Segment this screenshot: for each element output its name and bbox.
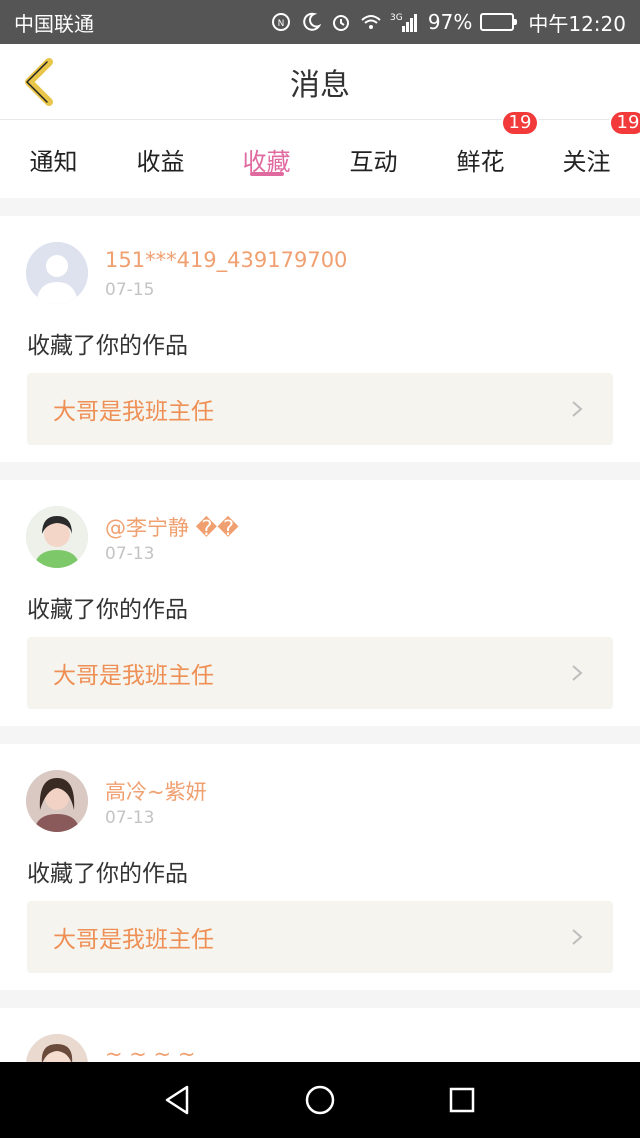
username[interactable]: @李宁静 �� xyxy=(105,512,239,542)
nav-recents-button[interactable] xyxy=(444,1082,480,1118)
tab-label: 互动 xyxy=(349,147,398,176)
action-text: 收藏了你的作品 xyxy=(27,861,188,887)
wifi-icon xyxy=(360,11,382,33)
nav-back-button[interactable] xyxy=(160,1082,196,1118)
triangle-back-icon xyxy=(165,1085,189,1115)
avatar[interactable] xyxy=(26,242,88,304)
action-text: 收藏了你的作品 xyxy=(27,333,188,359)
moon-icon xyxy=(300,11,322,33)
list-item[interactable]: ~ ~ ~ ~ xyxy=(0,1008,640,1068)
tab-following[interactable]: 关注 19 xyxy=(533,109,640,198)
page-title: 消息 xyxy=(290,67,350,103)
battery-percent: 97% xyxy=(427,10,473,34)
user-photo-icon xyxy=(26,770,88,832)
avatar[interactable] xyxy=(26,506,88,568)
work-title: 大哥是我班主任 xyxy=(53,399,214,425)
active-tab-indicator xyxy=(249,172,284,176)
chevron-right-icon xyxy=(572,401,583,417)
nav-home-button[interactable] xyxy=(302,1082,338,1118)
battery-icon xyxy=(480,13,518,31)
system-nav-bar xyxy=(0,1062,640,1138)
tab-label: 收益 xyxy=(136,147,185,176)
status-bar: 中国联通 N 3G 97% 中午12:20 xyxy=(0,0,640,44)
chevron-right-icon xyxy=(572,665,583,681)
tab-favorites[interactable]: 收藏 xyxy=(213,120,320,198)
alarm-icon xyxy=(330,11,352,33)
app-header: 消息 xyxy=(0,44,640,120)
tab-label: 通知 xyxy=(29,147,78,176)
work-link[interactable]: 大哥是我班主任 xyxy=(27,901,613,973)
list-item[interactable]: @李宁静 �� 07-13 收藏了你的作品 大哥是我班主任 xyxy=(0,480,640,726)
back-button[interactable] xyxy=(12,56,64,108)
action-text: 收藏了你的作品 xyxy=(27,597,188,623)
svg-text:N: N xyxy=(278,19,285,29)
work-title: 大哥是我班主任 xyxy=(53,663,214,689)
tab-badge: 19 xyxy=(608,109,640,136)
signal-icon: 3G xyxy=(390,11,420,33)
tab-bar: 通知 收益 收藏 互动 鲜花 19 关注 19 xyxy=(0,109,640,198)
username[interactable]: 151***419_439179700 xyxy=(105,248,347,272)
user-photo-icon xyxy=(26,506,88,568)
square-recents-icon xyxy=(449,1087,475,1113)
default-avatar-icon xyxy=(26,242,88,304)
avatar[interactable] xyxy=(26,770,88,832)
tab-flowers[interactable]: 鲜花 19 xyxy=(427,109,540,198)
circle-home-icon xyxy=(305,1085,335,1115)
carrier-label: 中国联通 xyxy=(14,11,94,36)
date: 07-13 xyxy=(105,808,155,828)
work-link[interactable]: 大哥是我班主任 xyxy=(27,637,613,709)
username[interactable]: 高冷~紫妍 xyxy=(105,776,207,806)
tab-label: 关注 xyxy=(562,147,611,176)
network-type-label: 3G xyxy=(390,13,403,23)
chevron-left-icon xyxy=(25,58,53,106)
data-saver-icon: N xyxy=(270,11,292,33)
clock: 中午12:20 xyxy=(528,11,626,36)
tab-earnings[interactable]: 收益 xyxy=(107,120,214,198)
date: 07-13 xyxy=(105,544,155,564)
tab-label: 鲜花 xyxy=(456,147,505,176)
list-item[interactable]: 高冷~紫妍 07-13 收藏了你的作品 大哥是我班主任 xyxy=(0,744,640,990)
tab-interactions[interactable]: 互动 xyxy=(320,120,427,198)
work-link[interactable]: 大哥是我班主任 xyxy=(27,373,613,445)
work-title: 大哥是我班主任 xyxy=(53,927,214,953)
list-item[interactable]: 151***419_439179700 07-15 收藏了你的作品 大哥是我班主… xyxy=(0,216,640,462)
date: 07-15 xyxy=(105,280,155,300)
chevron-right-icon xyxy=(572,929,583,945)
tab-notifications[interactable]: 通知 xyxy=(0,120,107,198)
